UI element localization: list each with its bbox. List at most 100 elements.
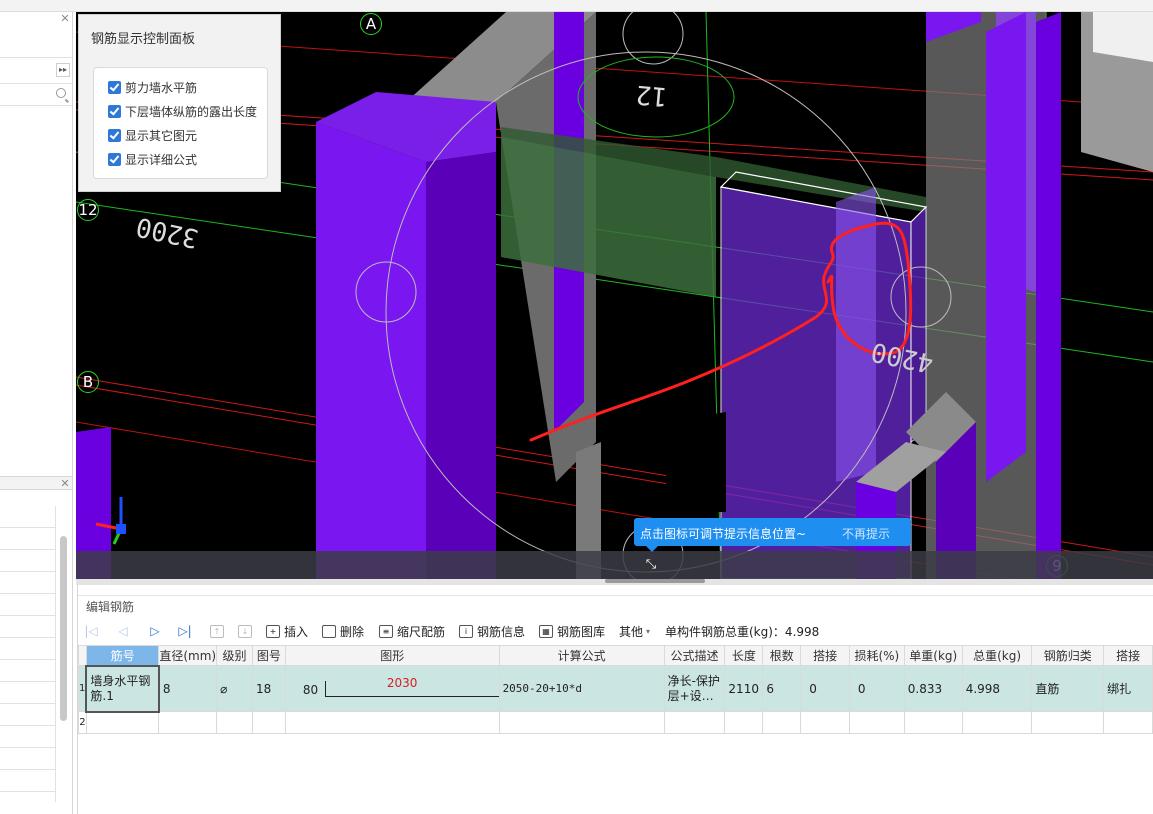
checkbox-checked-icon[interactable]	[108, 104, 121, 118]
empty-cell[interactable]	[800, 711, 850, 734]
move-down-button[interactable]: ↓	[238, 623, 256, 639]
empty-cell[interactable]	[961, 711, 1033, 734]
left-panel-header	[0, 26, 72, 58]
column-header[interactable]: 图形	[284, 645, 500, 666]
formula-description-cell[interactable]: 净长-保护层+设…	[663, 665, 726, 712]
close-icon[interactable]: ✕	[58, 12, 72, 26]
arrow-up-icon: ↑	[210, 624, 224, 638]
options-box: 剪力墙水平筋 下层墙体纵筋的露出长度 显示其它图元 显示详细公式	[93, 67, 268, 179]
empty-cell[interactable]	[762, 711, 802, 734]
splitter-handle[interactable]	[605, 579, 705, 583]
empty-cell[interactable]	[216, 711, 253, 734]
empty-cell[interactable]	[848, 711, 905, 734]
insert-button[interactable]: + 插入	[266, 623, 308, 639]
shape-hook-length: 80	[302, 682, 319, 697]
column-header[interactable]: 损耗(%)	[848, 645, 905, 666]
empty-cell[interactable]	[158, 711, 218, 734]
count-cell[interactable]: 6	[762, 665, 802, 712]
column-header[interactable]: 单重(kg)	[903, 645, 963, 666]
column-header[interactable]: 根数	[762, 645, 802, 666]
empty-cell[interactable]	[284, 711, 500, 734]
column-header[interactable]: 搭接	[800, 645, 850, 666]
option-show-detailed-formula[interactable]: 显示详细公式	[108, 150, 197, 168]
rebar-library-button[interactable]: ▦ 钢筋图库	[539, 623, 605, 639]
next-icon[interactable]: ▷	[148, 623, 162, 639]
collapse-arrows-icon[interactable]: ⤡	[640, 556, 662, 574]
option-label: 显示详细公式	[125, 152, 198, 167]
rebar-display-control-panel: 钢筋显示控制面板 剪力墙水平筋 下层墙体纵筋的露出长度 显示其它图元 显示详细公…	[78, 14, 281, 192]
rebar-shape: 80 2030	[289, 667, 499, 711]
option-wall-horizontal-rebar[interactable]: 剪力墙水平筋	[108, 78, 197, 96]
column-header[interactable]: 计算公式	[498, 645, 665, 666]
option-show-other-elements[interactable]: 显示其它图元	[108, 126, 197, 144]
dont-show-again-link[interactable]: 不再提示	[842, 525, 890, 542]
first-icon[interactable]: |◁	[84, 623, 98, 639]
left-search-input[interactable]	[0, 84, 72, 106]
insert-icon: +	[266, 624, 280, 638]
category-cell[interactable]: 直筋	[1031, 665, 1105, 712]
move-up-button[interactable]: ↑	[210, 623, 228, 639]
figure-number-cell[interactable]: 18	[251, 665, 286, 712]
empty-cell[interactable]	[1031, 711, 1105, 734]
empty-cell[interactable]	[85, 711, 160, 734]
empty-cell[interactable]	[498, 711, 665, 734]
formula-cell[interactable]: 2050-20+10*d	[498, 665, 665, 712]
close-icon[interactable]: ✕	[58, 477, 72, 490]
left-scrollbar[interactable]	[60, 536, 67, 721]
property-grid[interactable]	[0, 506, 56, 802]
row-number: 2	[78, 711, 87, 734]
search-icon[interactable]	[56, 88, 66, 98]
grid-axis-label: B	[77, 371, 99, 393]
checkbox-checked-icon[interactable]	[108, 80, 121, 94]
column-header[interactable]: 钢筋归类	[1031, 645, 1105, 666]
lap-type-cell[interactable]: 绑扎	[1103, 665, 1153, 712]
column-header[interactable]: 长度	[724, 645, 764, 666]
row-number: 1	[78, 665, 87, 712]
library-icon: ▦	[539, 624, 553, 638]
total-weight-cell[interactable]: 4.998	[961, 665, 1033, 712]
checkbox-checked-icon[interactable]	[108, 152, 121, 166]
info-icon: i	[459, 624, 473, 638]
expand-icon[interactable]: ▸▸	[56, 63, 70, 77]
rebar-name-cell[interactable]: 墙身水平钢筋.1	[85, 664, 160, 713]
unit-weight-cell[interactable]: 0.833	[903, 665, 963, 712]
column-header[interactable]: 筋号	[85, 645, 160, 666]
empty-cell[interactable]	[903, 711, 963, 734]
lap-cell[interactable]: 0	[800, 665, 850, 712]
grid-axis-label: 12	[77, 199, 99, 221]
empty-cell[interactable]	[1103, 711, 1153, 734]
total-weight: 单构件钢筋总重(kg)：4.998	[665, 625, 820, 639]
delete-button[interactable]: 删除	[322, 623, 364, 639]
table-row[interactable]: 2	[78, 711, 1153, 734]
empty-cell[interactable]	[251, 711, 286, 734]
diameter-cell[interactable]: 8	[158, 665, 218, 712]
column-header[interactable]: 级别	[216, 645, 253, 666]
column-header[interactable]: 图号	[251, 645, 286, 666]
button-label: 插入	[284, 624, 309, 639]
scale-rebar-button[interactable]: ≡ 缩尺配筋	[379, 623, 445, 639]
column-header[interactable]: 搭接	[1103, 645, 1153, 666]
chevron-down-icon: ▾	[646, 626, 651, 636]
column-header[interactable]: 总重(kg)	[961, 645, 1033, 666]
top-strip	[0, 0, 1153, 12]
empty-cell[interactable]	[663, 711, 726, 734]
dimension-label: 12	[634, 78, 669, 112]
last-icon[interactable]: ▷|	[178, 623, 192, 639]
rebar-table[interactable]: 筋号 直径(mm) 级别 图号 图形 计算公式 公式描述 长度 根数 搭接 损耗…	[78, 645, 1153, 734]
shape-cell[interactable]: 80 2030	[284, 665, 500, 712]
previous-icon[interactable]: ◁	[116, 623, 130, 639]
table-row[interactable]: 1 墙身水平钢筋.1 8 ⌀ 18 80 2030 2050-20+10*d 净…	[78, 664, 1153, 713]
divider	[78, 595, 1153, 596]
hint-popup: 点击图标可调节提示信息位置~ 不再提示	[634, 518, 911, 552]
column-header[interactable]: 公式描述	[663, 645, 726, 666]
empty-cell[interactable]	[724, 711, 764, 734]
hint-bar	[76, 551, 1153, 579]
option-lower-wall-exposed-length[interactable]: 下层墙体纵筋的露出长度	[108, 102, 257, 120]
length-cell[interactable]: 2110	[724, 665, 764, 712]
grade-cell[interactable]: ⌀	[216, 665, 253, 712]
column-header[interactable]: 直径(mm)	[158, 645, 218, 666]
other-dropdown[interactable]: 其他 ▾	[619, 623, 650, 639]
loss-cell[interactable]: 0	[848, 665, 905, 712]
rebar-info-button[interactable]: i 钢筋信息	[459, 623, 525, 639]
checkbox-checked-icon[interactable]	[108, 128, 121, 142]
